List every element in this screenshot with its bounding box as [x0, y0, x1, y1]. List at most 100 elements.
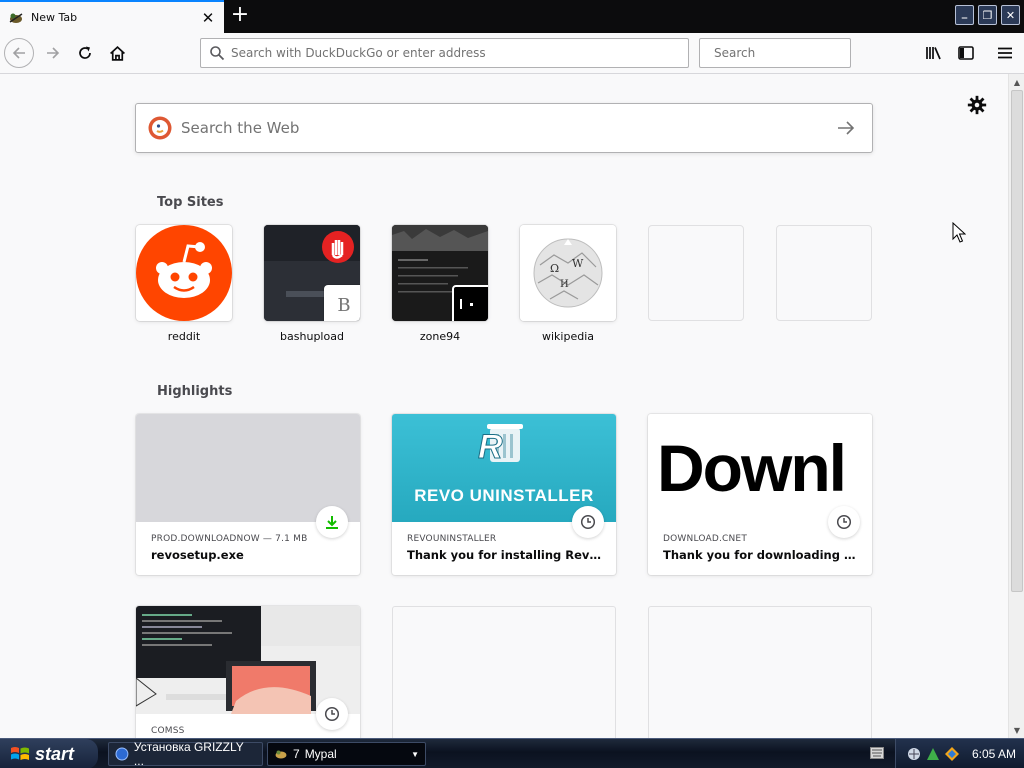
start-button[interactable]: start: [0, 739, 98, 768]
highlight-source: PROD.DOWNLOADNOW — 7.1 MB: [151, 534, 308, 544]
history-clock-icon: [324, 706, 340, 722]
tab-strip: New Tab ✕ + _ ❐ ✕: [0, 0, 1024, 33]
scroll-up-arrow-icon[interactable]: ▲: [1009, 74, 1024, 90]
web-search-input[interactable]: [181, 119, 826, 137]
cnet-preview-text: Downl: [657, 431, 847, 505]
back-button[interactable]: [4, 38, 34, 68]
zone94-game-badge: [452, 285, 488, 321]
new-tab-page: Top Sites reddit B: [0, 74, 1008, 738]
taskbar-item-count: 7: [293, 747, 300, 761]
top-site-thumbnail: Ω W И: [520, 225, 616, 321]
top-site-wikipedia[interactable]: Ω W И wikipedia: [520, 225, 616, 343]
tab-new-tab[interactable]: New Tab ✕: [0, 0, 224, 33]
keyboard-layout-icon[interactable]: [870, 747, 884, 759]
revo-preview-text: REVO UNINSTALLER: [414, 486, 594, 505]
back-arrow-icon: [12, 47, 25, 59]
taskbar-item-label: Mypal: [304, 747, 337, 761]
mouse-cursor-icon: [952, 222, 966, 243]
menu-button[interactable]: [990, 38, 1020, 68]
library-button[interactable]: [919, 38, 949, 68]
taskbar-item-mypal[interactable]: 7 Mypal ▼: [267, 742, 426, 766]
top-site-thumbnail: [136, 225, 232, 321]
tab-title: New Tab: [31, 11, 78, 24]
top-site-label: bashupload: [280, 330, 344, 343]
url-input[interactable]: [231, 46, 688, 60]
start-label: start: [35, 743, 75, 764]
taskbar-item-installer[interactable]: Установка GRIZZLY ...: [108, 740, 263, 768]
chevron-down-icon: ▼: [411, 749, 419, 759]
svg-text:Ω: Ω: [550, 262, 559, 275]
reload-button[interactable]: [70, 38, 100, 68]
forward-arrow-icon: [47, 47, 60, 59]
reddit-icon: [136, 225, 232, 321]
bashupload-letter-badge: B: [324, 285, 360, 321]
highlight-source: DOWNLOAD.CNET: [663, 534, 748, 544]
minimize-button[interactable]: _: [955, 5, 974, 25]
restore-icon: ❐: [982, 8, 993, 22]
duckduckgo-icon: [148, 116, 172, 140]
system-clock[interactable]: 6:05 AM: [972, 747, 1016, 761]
highlight-source: COMSS: [151, 726, 185, 736]
top-site-label: wikipedia: [541, 330, 594, 343]
scroll-thumb[interactable]: [1011, 90, 1023, 592]
taskbar-item-label: Установка GRIZZLY ...: [133, 740, 244, 768]
forward-button[interactable]: [38, 38, 68, 68]
system-tray: 6:05 AM: [895, 739, 1024, 768]
highlight-source: REVOUNINSTALLER: [407, 534, 497, 544]
gear-icon[interactable]: [966, 94, 988, 116]
arrow-right-icon: [838, 121, 855, 135]
home-button[interactable]: [102, 38, 132, 68]
tab-close-icon[interactable]: ✕: [200, 9, 216, 27]
highlight-title: Thank you for downloading Rev...: [663, 548, 857, 562]
highlight-card-revosetup[interactable]: PROD.DOWNLOADNOW — 7.1 MB revosetup.exe: [136, 414, 360, 575]
download-icon: [326, 516, 338, 529]
top-site-empty-slot[interactable]: [648, 225, 744, 321]
close-window-button[interactable]: ✕: [1001, 5, 1020, 25]
history-badge: [572, 506, 604, 538]
history-clock-icon: [580, 514, 596, 530]
top-sites-heading: Top Sites: [157, 195, 224, 210]
top-site-label: reddit: [167, 330, 201, 343]
svg-text:И: И: [560, 279, 569, 290]
web-search-go-button[interactable]: [826, 108, 866, 148]
wikipedia-icon: Ω W И: [520, 225, 616, 321]
highlight-card-comss[interactable]: COMSS: [136, 606, 360, 738]
app-tray-icon[interactable]: [944, 746, 960, 762]
top-site-thumbnail: [392, 225, 488, 321]
home-icon: [109, 45, 125, 61]
search-bar[interactable]: [699, 38, 864, 68]
web-search-box[interactable]: [135, 103, 873, 153]
hamburger-menu-icon: [998, 47, 1012, 59]
svg-text:W: W: [572, 257, 584, 270]
top-site-bashupload[interactable]: B bashupload: [264, 225, 360, 343]
top-site-reddit[interactable]: reddit: [136, 225, 232, 343]
highlight-title: Thank you for installing Revo Un...: [407, 548, 601, 562]
highlight-empty-slot: [648, 606, 872, 738]
sidebar-button[interactable]: [951, 38, 981, 68]
highlight-empty-slot: [392, 606, 616, 738]
search-input[interactable]: [714, 46, 864, 60]
reload-icon: [79, 46, 91, 59]
restore-button[interactable]: ❐: [978, 5, 997, 25]
minimize-icon: _: [961, 6, 968, 19]
security-tray-icon[interactable]: [925, 746, 941, 762]
history-clock-icon: [836, 514, 852, 530]
network-tray-icon[interactable]: [906, 746, 922, 762]
windows-taskbar: start Установка GRIZZLY ... 7 Mypal ▼ 6:…: [0, 738, 1024, 768]
mypal-favicon-icon: [9, 12, 23, 23]
new-tab-button[interactable]: +: [229, 4, 251, 27]
top-site-zone94[interactable]: zone94: [392, 225, 488, 343]
installer-app-icon: [115, 747, 129, 761]
url-bar[interactable]: [200, 38, 689, 68]
search-icon: [210, 46, 225, 61]
highlight-card-revouninstaller[interactable]: R REVO UNINSTALLER REVOUNINSTALLER Thank…: [392, 414, 616, 575]
top-site-empty-slot[interactable]: [776, 225, 872, 321]
vertical-scrollbar[interactable]: ▲ ▼: [1008, 74, 1024, 738]
navigation-bar: [0, 33, 1024, 74]
highlights-heading: Highlights: [157, 384, 233, 399]
library-icon: [926, 47, 941, 60]
windows-flag-icon: [11, 747, 29, 760]
highlight-card-cnet[interactable]: Downl DOWNLOAD.CNET Thank you for downlo…: [648, 414, 872, 575]
top-site-empty-thumbnail: [776, 225, 872, 321]
scroll-down-arrow-icon[interactable]: ▼: [1009, 722, 1024, 738]
